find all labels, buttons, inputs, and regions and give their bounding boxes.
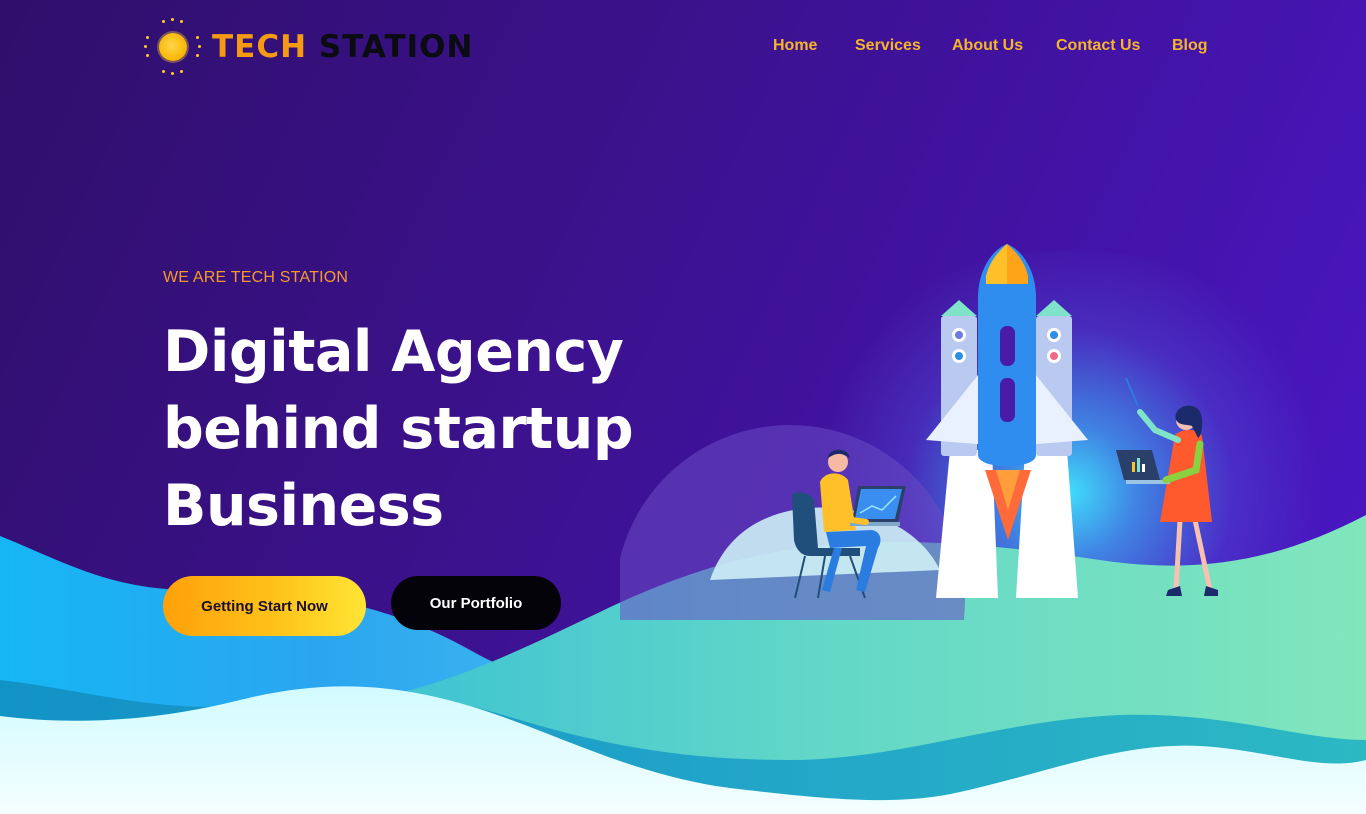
rocket-icon <box>926 244 1088 598</box>
nav-item-home[interactable]: Home <box>773 37 817 55</box>
getting-start-now-button[interactable]: Getting Start Now <box>163 576 366 636</box>
nav-item-about-us[interactable]: About Us <box>952 37 1023 55</box>
person-with-tablet-icon <box>1116 377 1218 596</box>
headline-line-1: Digital Agency <box>163 319 624 385</box>
rocket-launch-illustration <box>620 244 1218 620</box>
nav-item-blog[interactable]: Blog <box>1172 37 1208 55</box>
main-nav: Home Services About Us Contact Us Blog <box>0 37 1366 59</box>
headline-line-3: Business <box>163 473 444 539</box>
hero-eyebrow: WE ARE TECH STATION <box>163 269 349 286</box>
headline-line-2: behind startup <box>163 396 634 462</box>
nav-item-services[interactable]: Services <box>855 37 921 55</box>
nav-item-contact-us[interactable]: Contact Us <box>1056 37 1140 55</box>
hero-headline: Digital Agency behind startup Business <box>163 314 683 545</box>
our-portfolio-button[interactable]: Our Portfolio <box>391 576 561 630</box>
hero-page: TECH STATION Home Services About Us Cont… <box>0 0 1366 814</box>
